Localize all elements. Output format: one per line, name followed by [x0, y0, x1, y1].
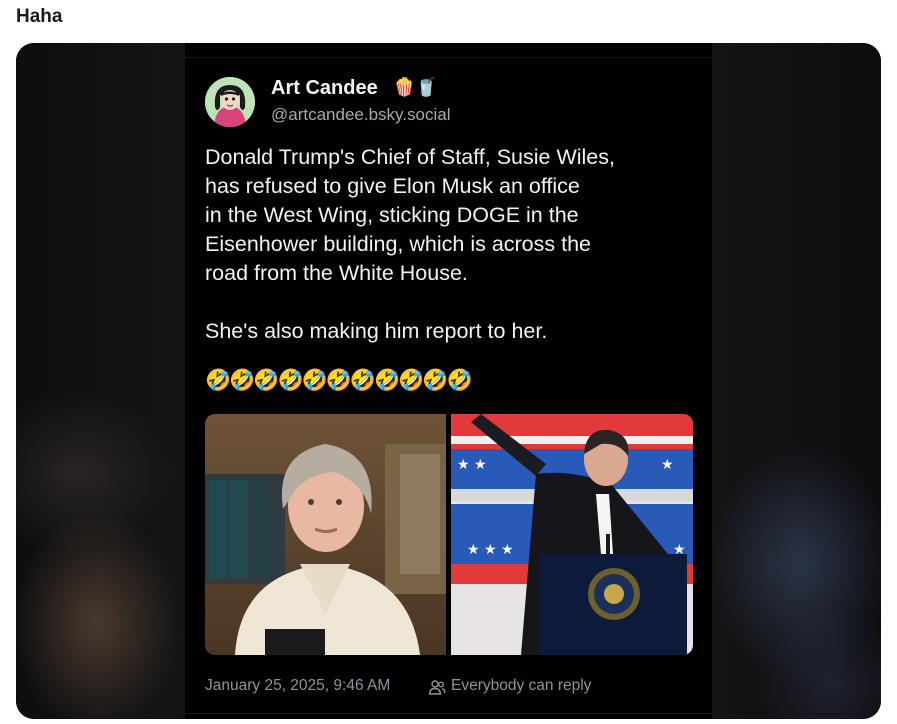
post-card: Art Candee 🍿🥤 @artcandee.bsky.social Don…	[185, 43, 712, 719]
svg-text:★: ★	[661, 457, 674, 473]
avatar	[205, 77, 255, 127]
post-image-grid: ★ ★ ★ ★ ★ ★ ★	[205, 414, 693, 655]
post-emojis: 🤣🤣🤣🤣🤣🤣🤣🤣🤣🤣🤣	[205, 369, 473, 392]
post-timestamp[interactable]: January 25, 2025, 9:46 AM	[205, 677, 390, 695]
divider	[185, 57, 712, 58]
blurred-backdrop-right	[711, 43, 881, 719]
page-title: Haha	[16, 6, 63, 27]
author-name[interactable]: Art Candee	[271, 77, 378, 100]
post-screenshot-image[interactable]: Art Candee 🍿🥤 @artcandee.bsky.social Don…	[16, 43, 881, 719]
people-icon	[428, 678, 446, 701]
svg-text:★ ★ ★: ★ ★ ★	[467, 542, 514, 558]
blurred-backdrop-left	[16, 43, 186, 719]
photo-right[interactable]: ★ ★ ★ ★ ★ ★ ★	[451, 414, 693, 655]
reply-setting: Everybody can reply	[451, 677, 592, 694]
author-handle[interactable]: @artcandee.bsky.social	[271, 105, 450, 125]
divider	[185, 713, 712, 714]
author-emoji: 🍿🥤	[393, 77, 438, 97]
svg-text:★ ★: ★ ★	[457, 457, 487, 473]
photo-left[interactable]	[205, 414, 446, 655]
post-text: Donald Trump's Chief of Staff, Susie Wil…	[205, 145, 615, 343]
